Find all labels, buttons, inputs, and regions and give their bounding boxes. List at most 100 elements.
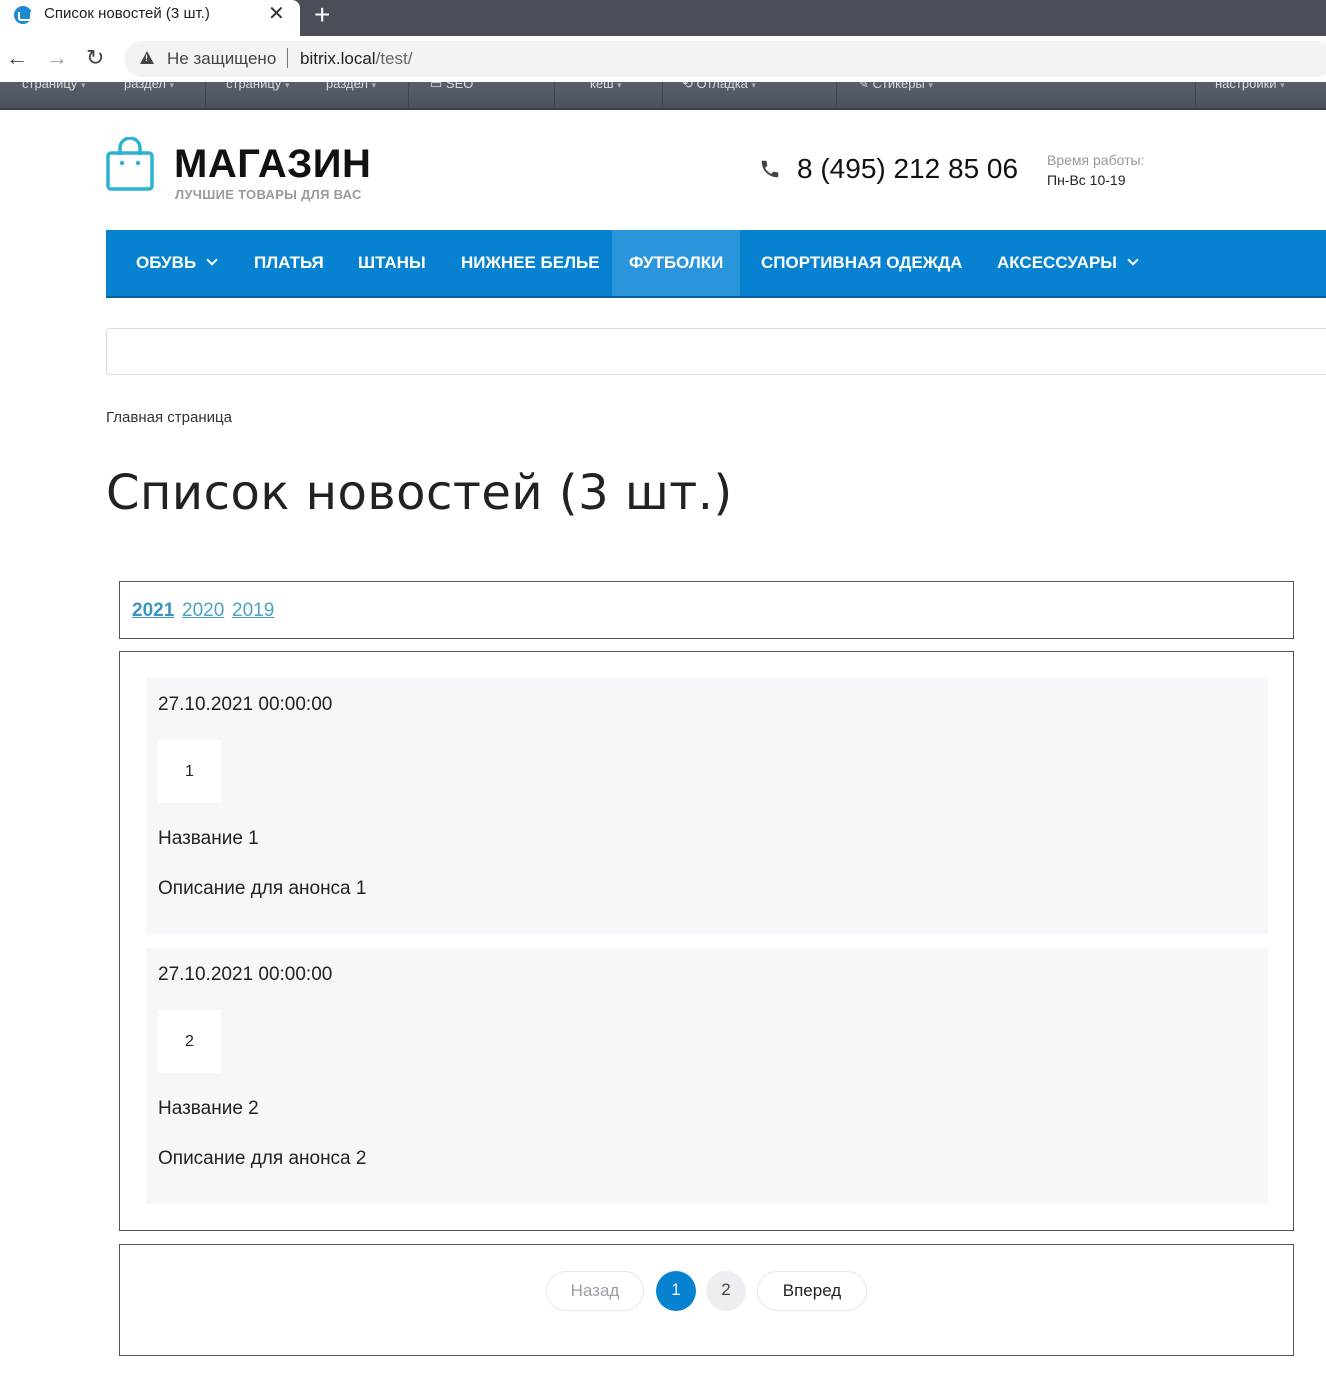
- chevron-down-icon: [1127, 254, 1139, 266]
- admin-panel-item-label: страницу: [226, 82, 282, 91]
- browser-toolbar: ← → ↻ Не защищено bitrix.local/test/: [0, 36, 1326, 82]
- admin-panel-item[interactable]: раздел ▾: [124, 82, 174, 91]
- year-filter: 2021 2020 2019: [119, 581, 1294, 639]
- menu-item-shoes[interactable]: ОБУВЬ: [106, 230, 234, 296]
- admin-panel-item-label: Стикеры: [872, 82, 925, 91]
- phone-icon: [761, 160, 779, 178]
- admin-panel: страницу ▾ раздел ▾ страницу ▾ раздел ▾ …: [0, 82, 1326, 110]
- logo-subtitle: ЛУЧШИЕ ТОВАРЫ ДЛЯ ВАС: [175, 187, 362, 202]
- prev-page-button[interactable]: Назад: [546, 1271, 644, 1311]
- year-link-2020[interactable]: 2020: [182, 600, 224, 622]
- menu-item-label: СПОРТИВНАЯ ОДЕЖДА: [761, 253, 963, 272]
- caret-down-icon: ▾: [284, 82, 290, 90]
- caret-down-icon: ▾: [371, 82, 377, 90]
- news-list: 27.10.2021 00:00:00 1 Название 1 Описани…: [119, 651, 1294, 1231]
- news-date: 27.10.2021 00:00:00: [158, 694, 333, 715]
- admin-panel-item-label: страницу: [22, 82, 78, 91]
- admin-panel-item-label: раздел: [326, 82, 368, 91]
- menu-item-label: ФУТБОЛКИ: [629, 253, 724, 272]
- chart-icon: ▭: [430, 82, 443, 91]
- search-input[interactable]: [106, 328, 1326, 375]
- menu-item-tshirts[interactable]: ФУТБОЛКИ: [612, 230, 741, 296]
- close-tab-icon[interactable]: ✕: [268, 3, 285, 25]
- next-page-button[interactable]: Вперед: [757, 1271, 867, 1311]
- admin-panel-item[interactable]: ▭ SEO: [430, 82, 473, 92]
- security-status[interactable]: Не защищено: [167, 49, 276, 69]
- site-favicon-icon: [14, 6, 32, 24]
- caret-down-icon: ▾: [617, 82, 622, 90]
- hours-label: Время работы:: [1047, 152, 1145, 168]
- menu-item-label: ПЛАТЬЯ: [254, 253, 324, 272]
- admin-panel-item[interactable]: ⟲ Отладка ▾: [682, 82, 756, 92]
- menu-item-pants[interactable]: ШТАНЫ: [341, 230, 443, 296]
- divider: [205, 82, 206, 108]
- chevron-down-icon: [206, 254, 218, 266]
- divider: [836, 82, 837, 108]
- browser-tab-strip: Список новостей (3 шт.) ✕ +: [0, 0, 1326, 36]
- browser-tab[interactable]: Список новостей (3 шт.) ✕: [0, 0, 300, 36]
- url-host: bitrix.local: [300, 49, 376, 68]
- tab-title: Список новостей (3 шт.): [44, 5, 210, 22]
- debug-icon: ⟲: [682, 82, 693, 91]
- year-link-2019[interactable]: 2019: [232, 600, 274, 622]
- address-bar[interactable]: Не защищено bitrix.local/test/: [124, 41, 1326, 77]
- shopping-bag-icon[interactable]: [106, 137, 154, 191]
- caret-down-icon: ▾: [1280, 82, 1285, 90]
- menu-item-label: ШТАНЫ: [358, 253, 426, 272]
- url-path: /test/: [375, 49, 413, 68]
- admin-panel-item[interactable]: кеш ▾: [590, 82, 622, 91]
- news-item[interactable]: 27.10.2021 00:00:00 2 Название 2 Описани…: [146, 948, 1268, 1204]
- admin-panel-item-label: настройки: [1215, 82, 1277, 91]
- main-menu: ОБУВЬ ПЛАТЬЯ ШТАНЫ НИЖНЕЕ БЕЛЬЕ ФУТБОЛКИ…: [106, 230, 1326, 298]
- news-title[interactable]: Название 1: [158, 828, 259, 850]
- new-tab-icon[interactable]: +: [314, 0, 330, 30]
- divider: [1195, 82, 1196, 108]
- forward-arrow-icon[interactable]: →: [46, 46, 68, 70]
- pagination: Назад 1 2 Вперед: [119, 1244, 1294, 1356]
- menu-item-sportswear[interactable]: СПОРТИВНАЯ ОДЕЖДА: [744, 230, 979, 296]
- breadcrumb[interactable]: Главная страница: [106, 409, 232, 426]
- caret-down-icon: ▾: [169, 82, 175, 90]
- reload-icon[interactable]: ↻: [86, 46, 104, 70]
- logo-title[interactable]: МАГАЗИН: [174, 143, 371, 185]
- news-title[interactable]: Название 2: [158, 1098, 259, 1120]
- year-link-2021[interactable]: 2021: [132, 600, 174, 622]
- phone-number[interactable]: 8 (495) 212 85 06: [797, 153, 1018, 185]
- divider: [662, 82, 663, 108]
- news-preview: Описание для анонса 2: [158, 1148, 367, 1169]
- divider: [554, 82, 555, 108]
- menu-item-label: НИЖНЕЕ БЕЛЬЕ: [461, 253, 600, 272]
- admin-panel-item-label: раздел: [124, 82, 166, 91]
- news-thumbnail[interactable]: 2: [158, 1010, 221, 1073]
- menu-item-label: АКСЕССУАРЫ: [997, 253, 1117, 272]
- divider: [287, 48, 288, 68]
- news-date: 27.10.2021 00:00:00: [158, 964, 333, 985]
- sticker-icon: ✎: [858, 82, 869, 91]
- page-1-button[interactable]: 1: [656, 1271, 696, 1311]
- caret-down-icon: ▾: [751, 82, 757, 90]
- admin-panel-item-label: Отладка: [696, 82, 748, 91]
- caret-down-icon: ▾: [80, 82, 86, 90]
- menu-item-label: ОБУВЬ: [136, 253, 197, 272]
- admin-panel-item[interactable]: страницу ▾: [226, 82, 289, 91]
- news-thumbnail[interactable]: 1: [158, 740, 221, 803]
- menu-item-accessories[interactable]: АКСЕССУАРЫ: [980, 230, 1154, 296]
- admin-panel-item[interactable]: ✎ Стикеры ▾: [858, 82, 933, 92]
- admin-panel-item[interactable]: страницу ▾: [22, 82, 85, 91]
- back-arrow-icon[interactable]: ←: [6, 46, 28, 70]
- divider: [408, 82, 409, 108]
- news-item[interactable]: 27.10.2021 00:00:00 1 Название 1 Описани…: [146, 678, 1268, 934]
- admin-panel-item[interactable]: настройки ▾: [1215, 82, 1285, 91]
- admin-panel-item-label: SEO: [445, 82, 474, 91]
- page-2-button[interactable]: 2: [706, 1271, 746, 1311]
- caret-down-icon: ▾: [928, 82, 933, 90]
- menu-item-underwear[interactable]: НИЖНЕЕ БЕЛЬЕ: [444, 230, 617, 296]
- hours-value: Пн-Вс 10-19: [1047, 172, 1126, 188]
- page-title: Список новостей (3 шт.): [106, 465, 733, 521]
- warning-icon[interactable]: [140, 51, 154, 64]
- admin-panel-item[interactable]: раздел ▾: [326, 82, 376, 91]
- news-preview: Описание для анонса 1: [158, 878, 367, 899]
- admin-panel-item-label: кеш: [590, 82, 614, 91]
- url-text[interactable]: bitrix.local/test/: [300, 49, 412, 69]
- menu-item-dresses[interactable]: ПЛАТЬЯ: [237, 230, 341, 296]
